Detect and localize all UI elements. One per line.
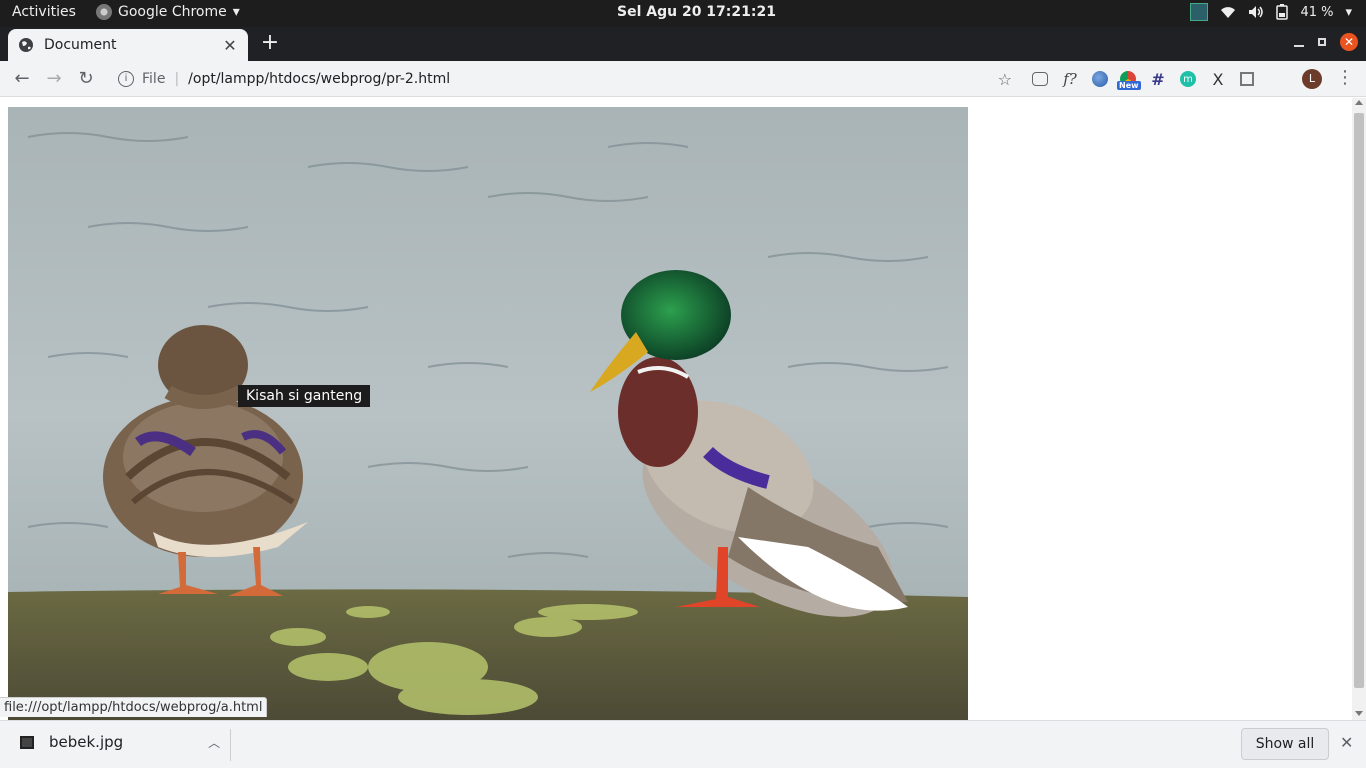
profile-avatar[interactable]: L [1302,69,1322,89]
extensions-bar: f? New # m X [1032,69,1254,90]
activities-button[interactable]: Activities [12,4,76,20]
omnibox[interactable]: i File | /opt/lampp/htdocs/webprog/pr-2.… [110,64,1020,94]
volume-icon [1248,5,1264,19]
bookmark-star-icon[interactable]: ☆ [998,70,1012,89]
m-extension-icon[interactable]: m [1180,71,1196,87]
reload-button[interactable]: ↻ [74,67,98,91]
x-extension-icon[interactable]: X [1208,69,1228,89]
maximize-button[interactable] [1318,38,1326,46]
scheme-chip[interactable]: File [142,71,165,87]
vertical-scrollbar[interactable] [1352,98,1366,720]
app-menu[interactable]: Google Chrome ▾ [96,4,240,20]
chrome-app-icon [96,4,112,20]
cube-extension-icon[interactable] [1240,72,1254,86]
duck-image-link[interactable] [8,107,968,720]
gnome-top-bar: Activities Google Chrome ▾ Sel Agu 20 17… [0,0,1366,27]
download-filename: bebek.jpg [49,733,124,751]
url-text[interactable]: /opt/lampp/htdocs/webprog/pr-2.html [188,71,450,87]
close-icon[interactable]: ✕ [1340,733,1353,752]
window-controls: ✕ [1294,33,1358,51]
shelf-divider [230,729,231,761]
info-icon[interactable]: i [118,71,134,87]
menu-kebab-icon[interactable]: ⋮ [1336,67,1354,88]
close-window-button[interactable]: ✕ [1340,33,1358,51]
tab-document[interactable]: Document ✕ [8,29,248,61]
scroll-down-arrow-icon[interactable] [1355,711,1363,716]
back-button[interactable]: ← [10,67,34,91]
chevron-down-icon: ▾ [232,4,240,20]
forward-button[interactable]: → [42,67,66,91]
show-all-button[interactable]: Show all [1241,728,1329,760]
new-tab-button[interactable]: + [260,31,280,55]
omnibox-separator: | [174,71,180,87]
tab-title: Document [44,37,117,53]
system-tray[interactable]: 41 % ▾ [1190,3,1352,21]
clock[interactable]: Sel Agu 20 17:21:21 [617,4,776,20]
globe-extension-icon[interactable] [1092,71,1108,87]
globe-icon [18,37,34,53]
new-badge: New [1117,81,1141,90]
close-tab-icon[interactable]: ✕ [222,36,238,55]
download-shelf: bebek.jpg ︿ Show all ✕ [0,720,1366,768]
tab-strip: Document ✕ + ✕ [0,27,1366,61]
image-file-icon [20,735,34,749]
system-monitor-icon[interactable] [1190,3,1209,21]
grid-extension-icon[interactable]: # [1148,69,1168,89]
download-item[interactable]: bebek.jpg ︿ [20,733,220,751]
chevron-down-icon: ▾ [1345,4,1352,20]
formula-extension-icon[interactable]: f? [1060,69,1080,89]
line-extension-icon[interactable] [1032,72,1048,86]
battery-icon [1276,4,1289,20]
app-name: Google Chrome [118,4,227,20]
chrome-extension-icon[interactable]: New [1117,71,1141,90]
link-status-bubble: file:///opt/lampp/htdocs/webprog/a.html [0,697,268,717]
browser-toolbar: ← → ↻ i File | /opt/lampp/htdocs/webprog… [0,61,1366,97]
page-viewport: Kisah si ganteng file:///opt/lampp/htdoc… [0,98,1352,720]
battery-percent: 41 % [1300,4,1334,20]
chevron-up-icon[interactable]: ︿ [208,734,220,751]
minimize-button[interactable] [1294,45,1304,47]
scroll-up-arrow-icon[interactable] [1355,100,1363,105]
scrollbar-thumb[interactable] [1354,113,1364,688]
image-title-tooltip: Kisah si ganteng [238,385,371,407]
wifi-icon [1220,5,1236,19]
